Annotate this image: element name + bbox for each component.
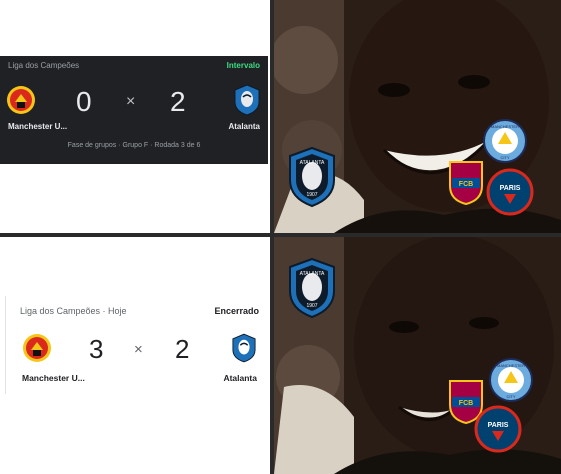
stage-label: Fase de grupos · Grupo F · Rodada 3 de 6: [67, 142, 201, 149]
scorecard-halftime[interactable]: Liga dos Campeões Intervalo 0 × 2 Manche…: [0, 56, 268, 164]
away-score: 2: [170, 86, 186, 117]
psg-badge-text: PARIS: [488, 422, 509, 429]
league-label: Liga dos Campeões · Hoje: [20, 306, 127, 316]
panel-divider-horizontal: [0, 233, 561, 237]
panel-divider-vertical: [270, 0, 274, 474]
home-team-name: Manchester U...: [8, 122, 68, 131]
score-separator: ×: [134, 341, 143, 358]
status-label: Encerrado: [214, 306, 259, 316]
meme-canvas: Liga dos Campeões Intervalo 0 × 2 Manche…: [0, 0, 561, 474]
manchester-united-crest-icon: [6, 84, 36, 121]
barcelona-badge-icon: FCB: [446, 158, 486, 206]
atalanta-badge-icon: ATALANTA 1907: [288, 257, 336, 319]
psg-badge-icon: PARIS: [486, 168, 534, 216]
atalanta-crest-icon: [232, 332, 256, 369]
away-team-name: Atalanta: [223, 373, 257, 383]
league-label: Liga dos Campeões: [8, 61, 80, 70]
atalanta-badge-icon: ATALANTA 1907: [288, 146, 336, 208]
psg-badge-text: PARIS: [500, 185, 521, 192]
man-city-badge-bottom: CITY: [506, 394, 515, 399]
man-city-badge-icon: MANCHESTER CITY: [482, 118, 528, 164]
home-team-name: Manchester U...: [22, 373, 85, 383]
reaction-photo-worried: ATALANTA 1907 MANCHESTER CITY FCB PARIS: [274, 237, 561, 474]
barcelona-badge-text: FCB: [459, 400, 473, 407]
home-score: 0: [76, 86, 92, 117]
score-separator: ×: [126, 93, 136, 110]
man-city-badge-top: MANCHESTER: [497, 363, 525, 368]
manchester-united-crest-icon: [22, 332, 52, 369]
psg-badge-icon: PARIS: [474, 405, 522, 453]
home-score: 3: [89, 334, 104, 364]
atalanta-badge-year: 1907: [306, 303, 317, 309]
atalanta-crest-icon: [234, 84, 260, 121]
barcelona-badge-text: FCB: [459, 181, 473, 188]
atalanta-badge-year: 1907: [306, 192, 317, 198]
status-label: Intervalo: [226, 61, 260, 70]
scorecard-final[interactable]: Liga dos Campeões · Hoje Encerrado 3 × 2…: [5, 296, 265, 394]
away-score: 2: [175, 334, 190, 364]
atalanta-badge-name: ATALANTA: [300, 160, 325, 166]
man-city-badge-top: MANCHESTER: [491, 124, 519, 129]
man-city-badge-icon: MANCHESTER CITY: [488, 357, 534, 403]
away-team-name: Atalanta: [228, 122, 260, 131]
man-city-badge-bottom: CITY: [500, 155, 509, 160]
reaction-photo-happy: ATALANTA 1907 MANCHESTER CITY FCB PARIS: [274, 0, 561, 233]
atalanta-badge-name: ATALANTA: [300, 271, 325, 277]
